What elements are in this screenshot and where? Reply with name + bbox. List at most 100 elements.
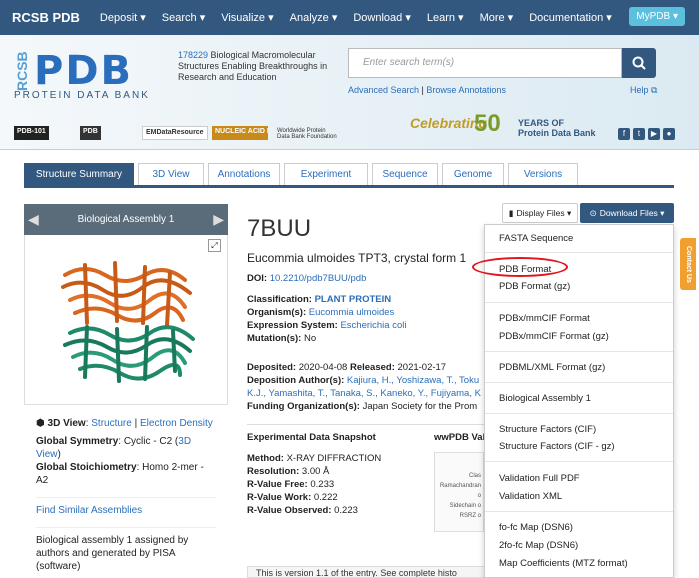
contact-us-tab[interactable]: Contact Us	[680, 238, 696, 290]
authors-links[interactable]: Kajiura, H., Yoshizawa, T., Toku	[347, 375, 479, 386]
funding-row: Funding Organization(s): Japan Society f…	[247, 400, 487, 413]
classification-link[interactable]: PLANT PROTEIN	[315, 294, 392, 305]
tab-structure-summary[interactable]: Structure Summary	[24, 163, 134, 185]
logo-subtitle: PROTEIN DATA BANK	[14, 90, 150, 101]
global-stoichiometry-row: Global Stoichiometry: Homo 2-mer - A2	[36, 461, 216, 487]
tab-sequence[interactable]: Sequence	[372, 163, 438, 185]
github-icon[interactable]: ●	[663, 128, 675, 140]
tab-3d-view[interactable]: 3D View	[138, 163, 204, 185]
nav-analyze[interactable]: Analyze ▾	[290, 11, 338, 24]
menu-item-fasta[interactable]: FASTA Sequence	[499, 233, 573, 244]
search-button[interactable]	[622, 48, 656, 78]
menu-item-mmcif-gz[interactable]: PDBx/mmCIF Format (gz)	[499, 331, 609, 342]
twitter-icon[interactable]: t	[633, 128, 645, 140]
snapshot-title: Experimental Data Snapshot	[247, 432, 376, 443]
logo-pdb[interactable]: PDB	[34, 48, 133, 94]
rfree-value: 0.233	[310, 479, 335, 490]
global-symmetry-row: Global Symmetry: Cyclic - C2 (3D View)	[36, 435, 216, 461]
partner-nakb[interactable]: NUCLEIC ACID DATABASE	[212, 126, 268, 140]
nav-learn[interactable]: Learn ▾	[427, 11, 464, 24]
expression-link[interactable]: Escherichia coli	[340, 320, 406, 331]
assembly-title: Biological Assembly 1	[77, 214, 175, 225]
entry-id: 7BUU	[247, 215, 312, 242]
menu-item-validation-xml[interactable]: Validation XML	[499, 491, 562, 502]
search-input[interactable]: Enter search term(s)	[348, 48, 622, 78]
partner-emdataresource[interactable]: EMDataResource	[142, 126, 208, 140]
next-assembly-icon[interactable]: ▶	[213, 211, 224, 228]
structure-tabs: Structure Summary 3D View Annotations Ex…	[24, 163, 674, 188]
released-label: Released:	[349, 362, 398, 373]
doi-link[interactable]: 10.2210/pdb7BUU/pdb	[270, 273, 367, 284]
authors-row: Deposition Author(s): Kajiura, H., Yoshi…	[247, 374, 487, 387]
menu-item-fofc-map[interactable]: fo-fc Map (DSN6)	[499, 522, 573, 533]
partner-wwpdb-foundation[interactable]: Worldwide Protein Data Bank Foundation	[274, 126, 342, 140]
menu-item-biological-assembly[interactable]: Biological Assembly 1	[499, 393, 591, 404]
menu-divider	[485, 351, 673, 352]
funding-value: Japan Society for the Prom	[362, 401, 478, 412]
nav-more[interactable]: More ▾	[480, 11, 514, 24]
global-symmetry-value: : Cyclic - C2 (	[118, 436, 179, 447]
browse-annotations-link[interactable]: Browse Annotations	[426, 85, 506, 95]
facebook-icon[interactable]: f	[618, 128, 630, 140]
fifty-years-text: YEARS OF Protein Data Bank	[518, 118, 596, 138]
assembly-panel: ◀ Biological Assembly 1 ▶ ⤢ ⬢ 3D View: S…	[24, 204, 228, 578]
menu-item-structure-factors[interactable]: Structure Factors (CIF)	[499, 424, 596, 435]
global-symmetry-label: Global Symmetry	[36, 436, 119, 447]
organism-link[interactable]: Eucommia ulmoides	[309, 307, 395, 318]
authors-links-2[interactable]: K.J., Yamashita, T., Tanaka, S., Kaneko,…	[247, 388, 481, 399]
funding-label: Funding Organization(s):	[247, 401, 363, 412]
tab-versions[interactable]: Versions	[508, 163, 578, 185]
molecule-image[interactable]: ⤢	[24, 235, 228, 405]
menu-item-structure-factors-gz[interactable]: Structure Factors (CIF - gz)	[499, 441, 615, 452]
nav-documentation[interactable]: Documentation ▾	[529, 11, 612, 24]
structure-count[interactable]: 178229	[178, 50, 208, 60]
partner-pdb101[interactable]: PDB-101	[14, 126, 49, 140]
released-value: 2021-02-17	[397, 362, 447, 373]
structure-link[interactable]: Structure	[91, 418, 132, 429]
method-row: Method: X-RAY DIFFRACTION	[247, 452, 427, 465]
validation-slider-image[interactable]: Clas Ramachandran o Sidechain o RSRZ o	[434, 452, 484, 532]
file-icon: ▮	[508, 207, 514, 218]
find-similar-assemblies-link[interactable]: Find Similar Assemblies	[36, 505, 142, 516]
menu-item-pdbml[interactable]: PDBML/XML Format (gz)	[499, 362, 605, 373]
years-line-2: Protein Data Bank	[518, 128, 596, 138]
tab-experiment[interactable]: Experiment	[284, 163, 368, 185]
help-link[interactable]: Help ⧉	[630, 85, 657, 96]
nav-deposit[interactable]: Deposit ▾	[100, 11, 146, 24]
cube-icon: ⬢	[36, 418, 45, 429]
tagline: 178229 Biological Macromolecular Structu…	[178, 50, 338, 83]
menu-item-mmcif[interactable]: PDBx/mmCIF Format	[499, 313, 590, 324]
nav-download[interactable]: Download ▾	[353, 11, 411, 24]
protein-structure-image	[61, 261, 195, 383]
mypdb-button[interactable]: MyPDB ▾	[629, 7, 685, 26]
expand-icon[interactable]: ⤢	[208, 239, 221, 252]
global-stoichiometry-label: Global Stoichiometry	[36, 462, 137, 473]
menu-item-map-coefficients[interactable]: Map Coefficients (MTZ format)	[499, 558, 628, 569]
menu-item-pdb-format-gz[interactable]: PDB Format (gz)	[499, 281, 570, 292]
rfree-label: R-Value Free:	[247, 479, 311, 490]
display-files-button[interactable]: ▮ Display Files ▾	[502, 203, 578, 223]
brand-link[interactable]: RCSB PDB	[12, 10, 80, 25]
menu-item-validation-pdf[interactable]: Validation Full PDF	[499, 473, 580, 484]
method-label: Method:	[247, 453, 287, 464]
tab-annotations[interactable]: Annotations	[208, 163, 280, 185]
partner-wwpdb[interactable]: PDB	[80, 126, 101, 140]
youtube-icon[interactable]: ▶	[648, 128, 660, 140]
find-similar-row: Find Similar Assemblies	[36, 497, 216, 517]
menu-divider	[485, 413, 673, 414]
search-icon	[632, 56, 646, 70]
electron-density-link[interactable]: Electron Density	[140, 418, 213, 429]
deposited-value: 2020-04-08	[298, 362, 350, 373]
advanced-search-link[interactable]: Advanced Search	[348, 85, 419, 95]
years-line-1: YEARS OF	[518, 118, 565, 128]
download-files-button[interactable]: ⊙ Download Files ▾	[580, 203, 674, 223]
nav-search[interactable]: Search ▾	[162, 11, 205, 24]
rwork-row: R-Value Work: 0.222	[247, 491, 427, 504]
help-label[interactable]: Help	[630, 85, 649, 95]
expression-row: Expression System: Escherichia coli	[247, 319, 487, 332]
previous-assembly-icon[interactable]: ◀	[28, 211, 39, 228]
deposited-label: Deposited:	[247, 362, 299, 373]
nav-visualize[interactable]: Visualize ▾	[221, 11, 273, 24]
menu-item-2fofc-map[interactable]: 2fo-fc Map (DSN6)	[499, 540, 578, 551]
tab-genome[interactable]: Genome	[442, 163, 504, 185]
